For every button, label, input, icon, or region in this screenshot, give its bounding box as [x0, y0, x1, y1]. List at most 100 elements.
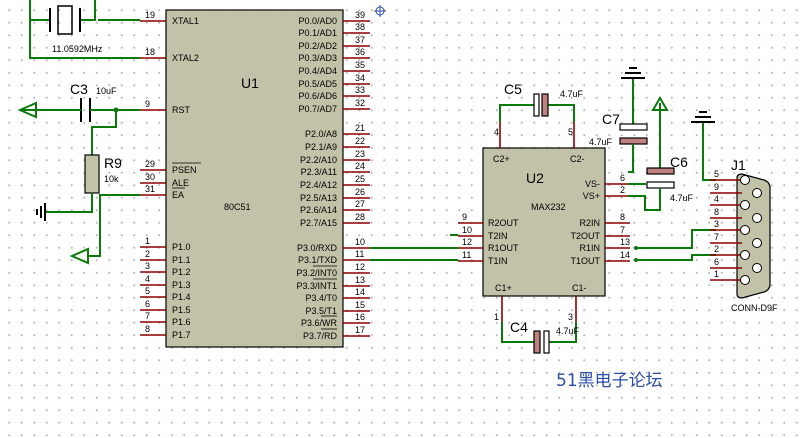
u2-pin-name: T2IN — [488, 231, 508, 241]
u1-pin-name: P3.3/INT1 — [296, 281, 337, 291]
u2-pin-number: 7 — [620, 225, 625, 235]
u2-pin-name: T1IN — [488, 256, 508, 266]
u2-pin-number: 12 — [462, 237, 472, 247]
u1-pin-name: P1.6 — [172, 317, 191, 327]
u1-pin-name: P3.7/RD — [303, 331, 338, 341]
capacitor-c6: C6 4.7uF — [628, 96, 694, 211]
j1-pin-number: 3 — [714, 219, 719, 229]
u2-pin-name: R2IN — [579, 218, 600, 228]
u1-pin-name: P1.5 — [172, 305, 191, 315]
connector-j1: J1 5 9 4 8 3 7 2 6 1 CONN-D9F — [710, 157, 778, 313]
u1-pin-number: 19 — [145, 10, 155, 20]
schematic-diagram: 11.0592MHz U1 80C51 19XTAL118XTAL29RST29… — [17, 0, 778, 391]
c4-value: 4.7uF — [556, 326, 580, 336]
reset-circuit: C3 10uF R9 10k — [17, 81, 140, 265]
u1-pin-name: P0.1/AD1 — [298, 28, 337, 38]
u1-pin-number: 33 — [355, 85, 365, 95]
origin-marker-icon — [374, 5, 386, 17]
u1-pin-number: 11 — [355, 249, 364, 259]
u2-pin-4: 4 C2+ — [493, 122, 510, 164]
u2-pin-name: C1+ — [495, 283, 512, 293]
u1-pin-name: P2.6/A14 — [300, 205, 337, 215]
u2-pin-name: R1OUT — [488, 243, 519, 253]
r9-value: 10k — [104, 174, 119, 184]
u1-pin-number: 9 — [145, 99, 150, 109]
u1-pin-number: 5 — [145, 286, 150, 296]
u1-pin-number: 24 — [355, 161, 365, 171]
u1-pin-name: P2.2/A10 — [300, 155, 337, 165]
u1-pin-name: P1.1 — [172, 255, 191, 265]
u2-pin-name: C2+ — [493, 154, 510, 164]
u1-pin-number: 34 — [355, 73, 365, 83]
j1-pin-number: 6 — [714, 257, 719, 267]
j1-pin-number: 9 — [714, 182, 719, 192]
watermark: 51黑电子论坛 — [556, 371, 663, 391]
u1-pin-number: 7 — [145, 311, 150, 321]
u1-pin-number: 29 — [145, 159, 155, 169]
u1-pin-name: P0.2/AD2 — [298, 41, 337, 51]
u2-pin-number: 13 — [620, 237, 630, 247]
u1-pin-number: 27 — [355, 199, 365, 209]
crystal: 11.0592MHz — [29, 0, 140, 59]
u1-pin-number: 25 — [355, 174, 365, 184]
u1-pin-name: P3.4/T0 — [305, 293, 337, 303]
u1-pin-name: P2.4/A12 — [300, 180, 337, 190]
u1-pin-name: P2.5/A13 — [300, 193, 337, 203]
u1-pin-number: 1 — [145, 236, 150, 246]
u1-pin-number: 23 — [355, 149, 365, 159]
u2-pin-number: 4 — [494, 127, 499, 137]
u1-pin-number: 22 — [355, 136, 365, 146]
u2-pin-number: 9 — [462, 212, 467, 222]
u2-pin-1: 1 C1+ — [494, 283, 512, 322]
u1-pin-number: 39 — [355, 10, 365, 20]
u2-pin-name: T2OUT — [570, 231, 600, 241]
u1-pin-number: 10 — [355, 237, 365, 247]
u1-pin-name: P3.6/WR — [301, 318, 338, 328]
u1-pin-name: XTAL2 — [172, 53, 199, 63]
u1-pin-number: 36 — [355, 47, 365, 57]
u1-pin-number: 38 — [355, 22, 365, 32]
u1-pin-name: P3.1/TXD — [298, 255, 338, 265]
r9-ref: R9 — [104, 155, 122, 171]
u1-pin-number: 2 — [145, 249, 150, 259]
u1-pin-number: 21 — [355, 123, 365, 133]
c5-ref: C5 — [504, 81, 522, 97]
u1-pin-name: P1.2 — [172, 267, 191, 277]
j1-pin-number: 8 — [714, 207, 719, 217]
u1-pin-number: 15 — [355, 300, 365, 310]
u1-pin-number: 16 — [355, 312, 365, 322]
u1-pin-name: P3.5/T1 — [305, 306, 337, 316]
u1-pin-number: 18 — [145, 47, 155, 57]
u2-pin-number: 3 — [568, 312, 573, 322]
u2-pin-number: 14 — [620, 250, 630, 260]
j1-part: CONN-D9F — [731, 303, 778, 313]
capacitor-c4: C4 4.7uF — [501, 319, 580, 354]
u1-pin-number: 12 — [355, 262, 365, 272]
capacitor-c5: C5 4.7uF — [499, 81, 584, 122]
c7-value: 4.7uF — [589, 137, 613, 147]
c3-ref: C3 — [70, 81, 88, 97]
u1-pin-name: P0.6/AD6 — [298, 91, 337, 101]
c3-value: 10uF — [96, 86, 117, 96]
u1-pin-name: P1.4 — [172, 292, 191, 302]
u1-pin-name: P2.3/A11 — [301, 167, 337, 177]
u1-pin-name: P0.4/AD4 — [298, 66, 337, 76]
c6-value: 4.7uF — [670, 193, 694, 203]
u2-pin-number: 1 — [494, 312, 499, 322]
j1-pin-number: 7 — [714, 232, 719, 242]
u2-pin-number: 5 — [568, 127, 573, 137]
u1-pin-name: P0.3/AD3 — [298, 53, 337, 63]
c5-value: 4.7uF — [560, 89, 584, 99]
u1-pin-number: 4 — [145, 274, 150, 284]
u1-pin-name: P0.7/AD7 — [298, 104, 337, 114]
u1-pin-number: 6 — [145, 299, 150, 309]
j1-pin-number: 4 — [714, 194, 719, 204]
u2-pin-number: 8 — [620, 212, 625, 222]
u2-pin-number: 6 — [620, 173, 625, 183]
u2-pin-5: 5 C2- — [568, 122, 585, 164]
u1-pin-number: 30 — [145, 172, 155, 182]
j1-pin-number: 2 — [714, 244, 719, 254]
u1-pin-number: 8 — [145, 324, 150, 334]
j1-ref: J1 — [731, 157, 746, 173]
u1-pin-number: 3 — [145, 261, 150, 271]
